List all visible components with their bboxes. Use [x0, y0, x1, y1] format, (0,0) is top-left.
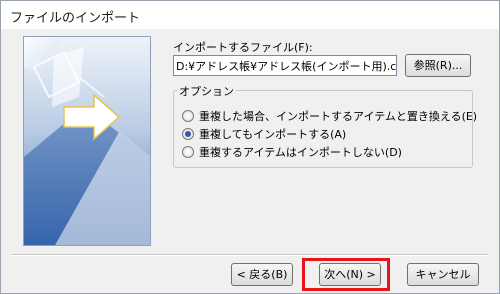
cancel-button[interactable]: キャンセル — [407, 263, 479, 286]
option-allow-duplicates[interactable]: 重複してもインポートする(A) — [182, 126, 346, 142]
import-file-dialog: ファイルのインポート インポートするファイル(F): D:¥アドレス帳¥アドレス… — [0, 0, 500, 294]
wizard-illustration — [23, 36, 151, 246]
footer-divider — [11, 254, 489, 256]
dialog-content: インポートするファイル(F): D:¥アドレス帳¥アドレス帳(インポート用).c… — [1, 29, 499, 293]
file-path-label: インポートするファイル(F): — [173, 41, 313, 54]
option-label: 重複するアイテムはインポートしない(D) — [199, 146, 402, 159]
next-button-highlight — [302, 258, 390, 291]
option-replace-duplicates[interactable]: 重複した場合、インポートするアイテムと置き換える(E) — [182, 108, 477, 124]
radio-button-selected[interactable] — [182, 128, 194, 140]
radio-button[interactable] — [182, 146, 194, 158]
option-skip-duplicates[interactable]: 重複するアイテムはインポートしない(D) — [182, 144, 402, 160]
option-label: 重複してもインポートする(A) — [199, 128, 347, 141]
option-label: 重複した場合、インポートするアイテムと置き換える(E) — [199, 110, 478, 123]
options-legend: オプション — [177, 83, 236, 99]
title-bar: ファイルのインポート — [1, 1, 499, 29]
file-path-input[interactable]: D:¥アドレス帳¥アドレス帳(インポート用).csv — [173, 55, 397, 76]
back-button[interactable]: < 戻る(B) — [231, 263, 293, 286]
browse-button[interactable]: 参照(R)... — [405, 54, 471, 77]
radio-button[interactable] — [182, 110, 194, 122]
window-title: ファイルのインポート — [10, 11, 141, 26]
